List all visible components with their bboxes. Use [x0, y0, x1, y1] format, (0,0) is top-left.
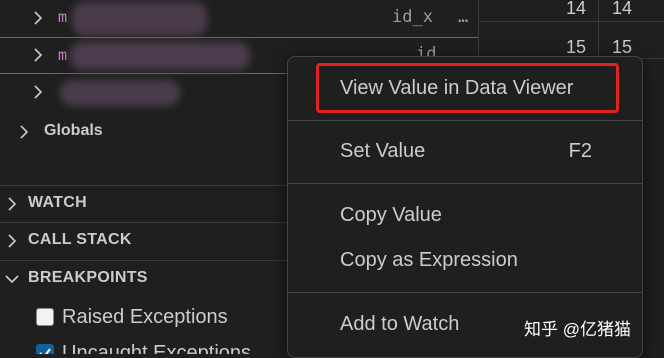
uncaught-exceptions-checkbox[interactable] [36, 344, 54, 354]
grid-cell: 15 [566, 37, 587, 57]
chevron-right-icon [4, 233, 20, 249]
chevron-right-icon[interactable] [30, 47, 46, 63]
call-stack-section-header[interactable]: CALL STACK [0, 222, 290, 259]
redacted-region [60, 80, 180, 106]
highlight-box [316, 63, 619, 113]
menu-item-label: Set Value [340, 140, 426, 162]
menu-separator [288, 120, 642, 121]
breakpoints-section-header[interactable]: BREAKPOINTS [0, 260, 290, 297]
chevron-right-icon[interactable] [30, 10, 46, 26]
raised-exceptions-checkbox[interactable] [36, 308, 54, 326]
section-title: CALL STACK [28, 231, 132, 248]
globals-scope[interactable]: Globals [0, 114, 290, 148]
redacted-region [72, 2, 207, 36]
section-title: BREAKPOINTS [28, 269, 148, 286]
grid-cell: 15 [612, 37, 633, 57]
globals-label: Globals [44, 122, 103, 139]
menu-item-copy-value[interactable]: Copy Value [288, 196, 642, 236]
grid-cell: 14 [566, 0, 587, 18]
breakpoint-label: Raised Exceptions [62, 306, 228, 328]
menu-item-label: Copy Value [340, 204, 442, 226]
watermark: 知乎 @亿猪猫 [524, 320, 631, 339]
menu-separator [288, 292, 642, 293]
more-icon[interactable]: … [458, 7, 468, 27]
breakpoint-item[interactable]: Raised Exceptions [0, 300, 290, 336]
watch-section-header[interactable]: WATCH [0, 185, 290, 222]
breakpoint-label: Uncaught Exceptions [62, 342, 252, 354]
chevron-right-icon [4, 196, 20, 212]
chevron-down-icon [4, 271, 20, 287]
redacted-region [70, 42, 250, 70]
grid-cell: 14 [612, 0, 633, 18]
breakpoint-item[interactable]: Uncaught Exceptions [0, 338, 290, 354]
section-title: WATCH [28, 194, 87, 211]
menu-item-label: Copy as Expression [340, 249, 518, 271]
menu-item-label: Add to Watch [340, 313, 460, 335]
variable-name: m [58, 8, 68, 26]
context-menu: View Value in Data Viewer Set Value F2 C… [287, 56, 643, 358]
variable-type: id_x [392, 7, 433, 27]
menu-item-set-value[interactable]: Set Value F2 [288, 132, 642, 172]
variable-row[interactable]: m id_x … [0, 0, 478, 37]
menu-separator [288, 183, 642, 184]
chevron-right-icon[interactable] [30, 84, 46, 100]
chevron-right-icon[interactable] [16, 124, 32, 140]
keyboard-shortcut: F2 [568, 140, 592, 162]
grid-divider [478, 21, 664, 22]
variable-name: m [58, 46, 68, 64]
menu-item-copy-as-expression[interactable]: Copy as Expression [288, 241, 642, 281]
